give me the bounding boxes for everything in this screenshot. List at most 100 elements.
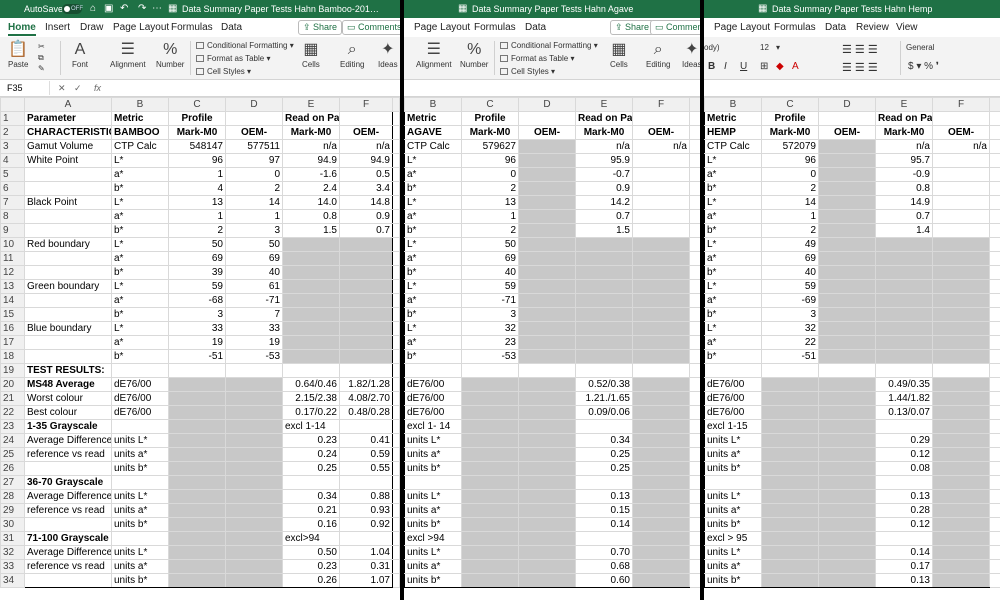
cell[interactable] <box>575 265 633 280</box>
cell[interactable] <box>225 391 283 406</box>
cell[interactable]: Profile <box>168 111 226 126</box>
cell[interactable]: a* <box>404 167 462 182</box>
cell[interactable]: a* <box>404 293 462 308</box>
cell[interactable] <box>24 223 112 238</box>
cell[interactable] <box>689 405 700 420</box>
cell[interactable]: 0.8 <box>875 181 933 196</box>
cell[interactable] <box>632 293 690 308</box>
cell[interactable]: 1 <box>461 209 519 224</box>
cell[interactable]: Metric <box>111 111 169 126</box>
cell[interactable] <box>761 531 819 546</box>
cell[interactable]: 0.24 <box>282 447 340 462</box>
cell[interactable] <box>111 475 169 490</box>
cell[interactable] <box>689 517 700 532</box>
cell[interactable] <box>932 195 990 210</box>
cell[interactable]: -68 <box>168 293 226 308</box>
cell[interactable]: excl >94 <box>404 531 462 546</box>
cell[interactable] <box>632 433 690 448</box>
cell[interactable] <box>461 363 519 378</box>
cell[interactable]: 94.9 <box>282 153 340 168</box>
cell[interactable] <box>761 573 819 588</box>
cell[interactable] <box>989 489 1000 504</box>
cell[interactable] <box>989 391 1000 406</box>
cell[interactable] <box>818 363 876 378</box>
cell[interactable] <box>932 293 990 308</box>
cell[interactable] <box>575 363 633 378</box>
cell[interactable]: 4 <box>168 181 226 196</box>
cell[interactable]: 50 <box>225 237 283 252</box>
cut-icon[interactable]: ✂ <box>38 42 45 51</box>
cell[interactable] <box>818 279 876 294</box>
cell[interactable] <box>689 125 700 140</box>
cell[interactable] <box>518 405 576 420</box>
cell[interactable]: 1 <box>761 209 819 224</box>
cell[interactable] <box>932 349 990 364</box>
row-header[interactable]: 4 <box>0 153 25 168</box>
cell[interactable]: 59 <box>168 279 226 294</box>
cell[interactable]: 69 <box>225 251 283 266</box>
cancel-icon[interactable]: ✕ <box>58 81 66 95</box>
cell[interactable] <box>339 279 393 294</box>
cell[interactable] <box>632 251 690 266</box>
cell[interactable]: Green boundary <box>24 279 112 294</box>
cell[interactable] <box>392 139 400 154</box>
cell[interactable] <box>225 447 283 462</box>
cell[interactable]: 50 <box>168 237 226 252</box>
paste-button[interactable]: 📋 Paste <box>8 40 28 69</box>
cell[interactable] <box>932 461 990 476</box>
cell[interactable]: 0.41 <box>339 433 393 448</box>
cell[interactable] <box>875 237 933 252</box>
cell[interactable] <box>339 349 393 364</box>
column-header[interactable]: F <box>339 97 393 112</box>
cell[interactable] <box>761 475 819 490</box>
cell[interactable] <box>632 349 690 364</box>
cell[interactable] <box>518 461 576 476</box>
cell[interactable] <box>632 391 690 406</box>
cell[interactable] <box>932 307 990 322</box>
cell[interactable] <box>689 349 700 364</box>
cell[interactable] <box>761 377 819 392</box>
cell[interactable] <box>111 419 169 434</box>
cell[interactable] <box>225 573 283 588</box>
cell[interactable] <box>704 475 762 490</box>
cell[interactable]: 13 <box>168 195 226 210</box>
cell[interactable] <box>518 559 576 574</box>
cell[interactable] <box>518 433 576 448</box>
editing-button[interactable]: ⌕ Editing <box>646 40 670 69</box>
cell[interactable]: b* <box>704 181 762 196</box>
cell[interactable]: reference vs read <box>24 447 112 462</box>
cell[interactable] <box>392 335 400 350</box>
cell[interactable] <box>24 167 112 182</box>
cell[interactable]: Read on Paper <box>875 111 933 126</box>
cell[interactable]: units a* <box>404 559 462 574</box>
tab-insert[interactable]: Insert <box>45 22 70 33</box>
cell[interactable]: 23 <box>461 335 519 350</box>
cell[interactable]: 0.55 <box>339 461 393 476</box>
cell[interactable] <box>339 363 393 378</box>
cell[interactable] <box>989 223 1000 238</box>
cell[interactable] <box>168 531 226 546</box>
more-icon[interactable]: ⋯ <box>152 3 162 15</box>
cells-button[interactable]: ▦ Cells <box>610 40 628 69</box>
cell[interactable]: TEST RESULTS: <box>24 363 112 378</box>
row-header[interactable]: 33 <box>0 559 25 574</box>
cell[interactable] <box>932 167 990 182</box>
cell[interactable] <box>404 363 462 378</box>
cell[interactable] <box>761 517 819 532</box>
cell[interactable]: 59 <box>461 279 519 294</box>
cell[interactable]: a* <box>704 251 762 266</box>
cell[interactable] <box>518 349 576 364</box>
cell[interactable] <box>168 419 226 434</box>
cell[interactable] <box>168 475 226 490</box>
cell[interactable] <box>818 433 876 448</box>
cell[interactable]: 2 <box>461 181 519 196</box>
cell[interactable]: 0.48/0.28 <box>339 405 393 420</box>
cell[interactable]: b* <box>404 223 462 238</box>
cell[interactable] <box>518 419 576 434</box>
cell[interactable] <box>632 531 690 546</box>
cell[interactable] <box>518 139 576 154</box>
column-header[interactable] <box>392 97 400 112</box>
cell[interactable] <box>339 237 393 252</box>
alignment-button[interactable]: ☰ Alignment <box>110 40 146 69</box>
cell[interactable]: L* <box>111 195 169 210</box>
